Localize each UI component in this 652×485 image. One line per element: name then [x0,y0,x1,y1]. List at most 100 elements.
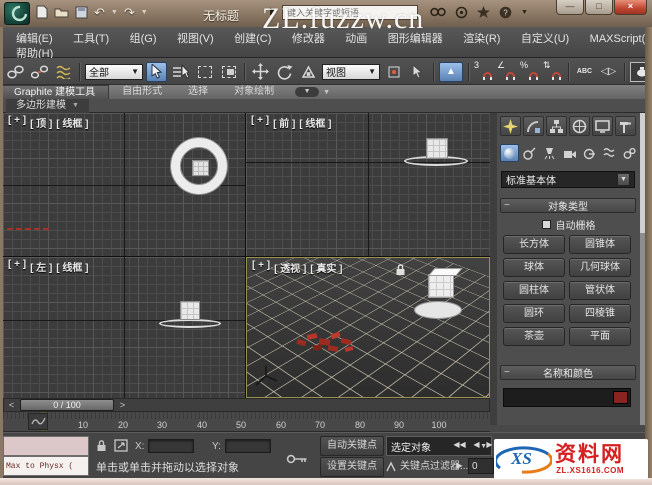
primitive-cylinder-button[interactable]: 圆柱体 [503,281,565,300]
open-file-icon[interactable] [54,6,69,18]
undo-flyout-icon[interactable]: ▼ [111,9,118,16]
mirror-icon[interactable]: ◁▷ [598,62,619,82]
shapes-category-icon[interactable] [520,144,539,162]
primitive-box-button[interactable]: 长方体 [503,235,565,254]
select-and-manipulate-icon[interactable] [407,62,428,82]
viewport-left[interactable]: [ + ] [ 左 ] [ 线框 ] [3,257,245,398]
maximize-button[interactable]: □ [585,0,613,15]
ribbon-tab-freeform[interactable]: 自由形式 [109,85,175,99]
maxscript-macro-recorder[interactable] [3,436,89,456]
primitive-geosphere-button[interactable]: 几何球体 [569,258,631,277]
previous-frame-button[interactable]: ◀ [470,438,483,451]
box-object-front-view[interactable] [426,138,448,159]
primitive-torus-button[interactable]: 圆环 [503,304,565,323]
current-frame-field[interactable]: 0 [468,458,494,474]
auto-key-button[interactable]: 自动关键点 [320,436,384,456]
box-object-left-view[interactable] [180,301,200,320]
primitive-pyramid-button[interactable]: 四棱锥 [569,304,631,323]
object-name-input[interactable] [503,388,631,407]
select-and-scale-icon[interactable] [298,62,319,82]
collapse-icon[interactable]: − [504,200,510,211]
select-and-move-icon[interactable] [250,62,271,82]
track-bar[interactable]: 0 10 20 30 40 50 60 70 80 90 100 [3,412,490,432]
next-frame-button[interactable]: ▶ [453,459,466,472]
viewport-menu-shading[interactable]: [ 线框 ] [56,115,88,130]
selection-filter-dropdown[interactable]: 全部 ▼ [85,63,143,80]
spinner-snap-toggle[interactable]: ⇅ [543,60,563,82]
viewport-front[interactable]: [ + ] [ 前 ] [ 线框 ] [246,113,490,256]
primitive-teapot-button[interactable]: 茶壶 [503,327,565,346]
panel-splitter[interactable] [490,113,497,425]
rectangular-selection-region-icon[interactable] [194,62,215,82]
viewport-menu-plus[interactable]: [ + ] [251,115,269,130]
torus-object-left-view[interactable] [159,319,221,328]
primitive-category-dropdown[interactable]: 标准基本体 ▼ [501,171,635,188]
communication-center-icon[interactable] [455,6,468,19]
menu-rendering[interactable]: 渲染(R) [455,32,508,46]
snap-toggle-3d[interactable]: 3 [474,60,494,82]
viewport-menu-shading[interactable]: [ 线框 ] [56,259,88,274]
edit-named-selection-sets-icon[interactable]: ABC [574,62,595,82]
name-color-rollout[interactable]: − 名称和颜色 [500,365,636,380]
bind-to-space-warp-icon[interactable] [53,62,74,82]
systems-category-icon[interactable] [620,144,639,162]
new-key-mode-icon[interactable] [386,460,398,478]
viewport-menu-shading[interactable]: [ 线框 ] [299,115,331,130]
select-by-name-icon[interactable] [170,62,191,82]
save-file-icon[interactable] [75,6,88,19]
create-tab-icon[interactable] [500,116,521,136]
viewport-menu-view[interactable]: [ 顶 ] [30,115,52,130]
motion-tab-icon[interactable] [569,116,590,136]
percent-snap-toggle[interactable]: % [520,60,540,82]
undo-icon[interactable]: ↶ [94,6,105,19]
primitive-plane-button[interactable]: 平面 [569,327,631,346]
selection-lock-toggle-icon[interactable] [96,439,107,457]
primitive-tube-button[interactable]: 管状体 [569,281,631,300]
new-file-icon[interactable] [36,5,48,19]
mini-curve-editor-button[interactable] [28,413,48,430]
box-object-perspective[interactable] [428,274,454,298]
collapse-icon[interactable]: − [504,367,510,378]
primitive-sphere-button[interactable]: 球体 [503,258,565,277]
display-tab-icon[interactable] [592,116,613,136]
use-pivot-center-icon[interactable] [383,62,404,82]
help-flyout-icon[interactable]: ▼ [521,9,528,16]
select-and-rotate-icon[interactable] [274,62,295,82]
menu-group[interactable]: 组(G) [122,32,165,46]
minimize-button[interactable]: — [556,0,584,15]
viewport-menu-plus[interactable]: [ + ] [8,115,26,130]
modify-tab-icon[interactable] [523,116,544,136]
ribbon-flyout-icon[interactable]: ▼ [323,89,330,96]
menu-tools[interactable]: 工具(T) [65,32,117,46]
ribbon-tab-graphite[interactable]: Graphite 建模工具 [0,85,110,99]
object-color-swatch[interactable] [613,391,628,404]
favorites-star-icon[interactable] [477,5,490,19]
application-menu-button[interactable] [4,2,30,25]
autogrid-checkbox[interactable] [541,220,551,229]
utilities-tab-icon[interactable] [615,116,636,136]
window-crossing-toggle-icon[interactable] [218,62,239,82]
helpers-category-icon[interactable] [580,144,599,162]
unlink-selection-icon[interactable] [29,62,50,82]
scattered-red-objects[interactable] [295,330,361,358]
lights-category-icon[interactable] [540,144,559,162]
ribbon-tab-object-paint[interactable]: 对象绘制 [221,85,287,99]
set-key-button[interactable]: 设置关键点 [320,457,384,477]
menu-customize[interactable]: 自定义(U) [513,32,577,46]
close-button[interactable]: × [614,0,647,15]
viewport-menu-plus[interactable]: [ + ] [8,259,26,274]
viewport-menu-view[interactable]: [ 透视 ] [274,260,306,275]
menu-maxscript[interactable]: MAXScript(M) [582,32,652,46]
help-icon[interactable]: ? [499,6,512,19]
previous-frame-arrow[interactable]: < [5,400,18,410]
space-warps-category-icon[interactable] [600,144,619,162]
menu-views[interactable]: 视图(V) [169,32,222,46]
viewport-top[interactable]: [ + ] [ 顶 ] [ 线框 ] [3,113,245,256]
x-coordinate-field[interactable] [148,439,194,453]
viewport-menu-shading[interactable]: [ 真实 ] [310,260,342,275]
torus-object-perspective[interactable] [415,302,461,318]
select-object-button[interactable] [146,61,167,82]
viewport-menu-plus[interactable]: [ + ] [252,260,270,275]
next-frame-arrow[interactable]: > [116,400,129,410]
angle-snap-toggle[interactable]: ∠ [497,60,517,82]
